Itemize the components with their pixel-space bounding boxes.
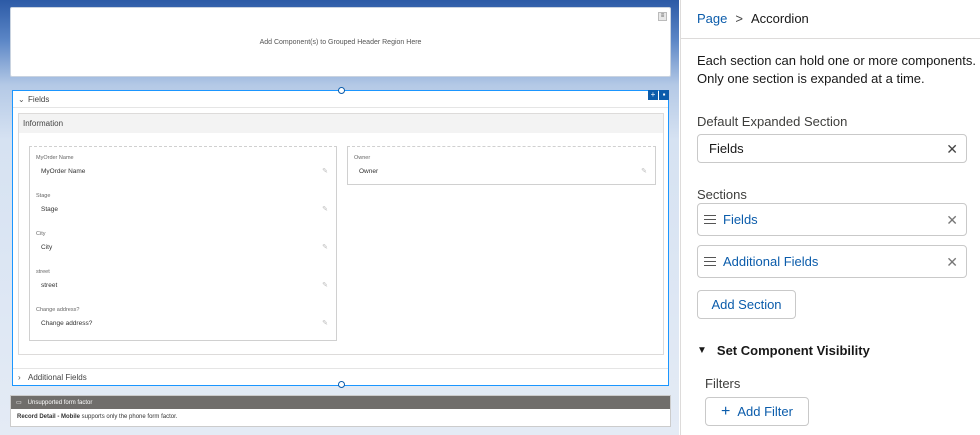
- field-item[interactable]: MyOrder Name MyOrder Name ✎: [30, 147, 336, 185]
- field-value: MyOrder Name: [41, 168, 86, 175]
- information-header: Information: [19, 114, 663, 133]
- accordion-section-title: Additional Fields: [28, 372, 87, 382]
- breadcrumb-page-link[interactable]: Page: [697, 11, 727, 26]
- pencil-icon[interactable]: ✎: [322, 319, 328, 327]
- default-section-value: Fields: [709, 141, 744, 156]
- page-canvas: Add Component(s) to Grouped Header Regio…: [0, 0, 679, 435]
- grouped-header-region[interactable]: Add Component(s) to Grouped Header Regio…: [10, 7, 671, 77]
- resize-handle-bottom[interactable]: [338, 381, 345, 388]
- chevron-right-icon: ›: [18, 372, 21, 382]
- information-title: Information: [23, 119, 64, 128]
- breadcrumb: Page > Accordion: [697, 11, 809, 26]
- chevron-down-icon: ⌄: [18, 94, 25, 104]
- field-item[interactable]: City City ✎: [30, 223, 336, 261]
- field-item[interactable]: Stage Stage ✎: [30, 185, 336, 223]
- pencil-icon[interactable]: ✎: [322, 167, 328, 175]
- resize-handle-top[interactable]: [338, 87, 345, 94]
- unsupported-message-text: supports only the phone form factor.: [80, 414, 178, 420]
- field-value: City: [41, 244, 53, 251]
- add-filter-button[interactable]: + Add Filter: [705, 397, 809, 426]
- section-name-link[interactable]: Additional Fields: [723, 254, 818, 269]
- field-value: Stage: [41, 206, 58, 213]
- section-item-additional-fields[interactable]: Additional Fields ✕: [697, 245, 967, 278]
- header-region-placeholder: Add Component(s) to Grouped Header Regio…: [259, 38, 422, 46]
- field-value: Change address?: [41, 320, 93, 327]
- visibility-section-toggle[interactable]: ▼ Set Component Visibility: [697, 343, 870, 358]
- default-section-combobox[interactable]: Fields ✕: [697, 134, 967, 163]
- section-item-fields[interactable]: Fields ✕: [697, 203, 967, 236]
- field-label: City: [36, 231, 46, 237]
- field-label: Stage: [36, 193, 51, 199]
- delete-icon[interactable]: ▪: [659, 90, 669, 100]
- chevron-down-icon: ▼: [697, 345, 707, 356]
- accordion-component[interactable]: + ▪ ⌄ Fields Information MyOrder Name My…: [12, 87, 669, 388]
- default-section-label: Default Expanded Section: [697, 114, 848, 129]
- remove-icon[interactable]: ✕: [946, 212, 958, 229]
- visibility-title: Set Component Visibility: [716, 343, 870, 358]
- record-detail-component[interactable]: Information MyOrder Name MyOrder Name ✎ …: [18, 113, 664, 355]
- unsupported-title: Unsupported form factor: [27, 399, 93, 406]
- monitor-icon: ▭: [16, 400, 22, 406]
- add-section-button[interactable]: Add Section: [697, 290, 796, 319]
- drag-handle-icon[interactable]: [704, 254, 716, 269]
- field-item[interactable]: street street ✎: [30, 261, 336, 299]
- component-description: Each section can hold one or more compon…: [697, 53, 976, 86]
- add-icon[interactable]: +: [648, 90, 658, 100]
- unsupported-message: Record Detail - Mobile supports only the…: [11, 409, 670, 420]
- pencil-icon[interactable]: ✎: [322, 281, 328, 289]
- field-label: MyOrder Name: [36, 155, 74, 161]
- field-value: Owner: [359, 168, 379, 175]
- field-column-right: Owner Owner ✎: [347, 146, 656, 185]
- unsupported-header: ▭ Unsupported form factor: [11, 396, 670, 409]
- pencil-icon[interactable]: ✎: [641, 167, 647, 175]
- pencil-icon[interactable]: ✎: [322, 243, 328, 251]
- breadcrumb-separator: >: [735, 11, 743, 26]
- component-toolbar: + ▪: [648, 90, 669, 100]
- field-item[interactable]: Owner Owner ✎: [348, 147, 655, 185]
- plus-icon: +: [721, 402, 731, 420]
- field-item[interactable]: Change address? Change address? ✎: [30, 299, 336, 337]
- remove-icon[interactable]: ✕: [946, 254, 958, 271]
- field-label: Change address?: [36, 307, 80, 313]
- section-name-link[interactable]: Fields: [723, 212, 758, 227]
- field-label: Owner: [354, 155, 371, 161]
- field-value: street: [41, 282, 58, 289]
- unsupported-form-factor-component[interactable]: ▭ Unsupported form factor Record Detail …: [10, 395, 671, 427]
- pencil-icon[interactable]: ✎: [322, 205, 328, 213]
- accordion-section-title: Fields: [28, 94, 50, 104]
- field-label: street: [36, 269, 50, 275]
- breadcrumb-current: Accordion: [750, 11, 809, 26]
- sections-label: Sections: [697, 187, 747, 202]
- filters-label: Filters: [705, 376, 741, 391]
- divider: [681, 38, 980, 39]
- property-panel: Page > Accordion Each section can hold one…: [680, 0, 980, 435]
- drag-handle-icon[interactable]: [704, 212, 716, 227]
- field-column-left: MyOrder Name MyOrder Name ✎ Stage Stage …: [29, 146, 337, 341]
- region-menu-icon[interactable]: ≡: [658, 12, 667, 21]
- unsupported-component-name: Record Detail - Mobile: [17, 414, 81, 420]
- clear-icon[interactable]: ✕: [946, 141, 958, 158]
- add-filter-label: Add Filter: [737, 404, 793, 419]
